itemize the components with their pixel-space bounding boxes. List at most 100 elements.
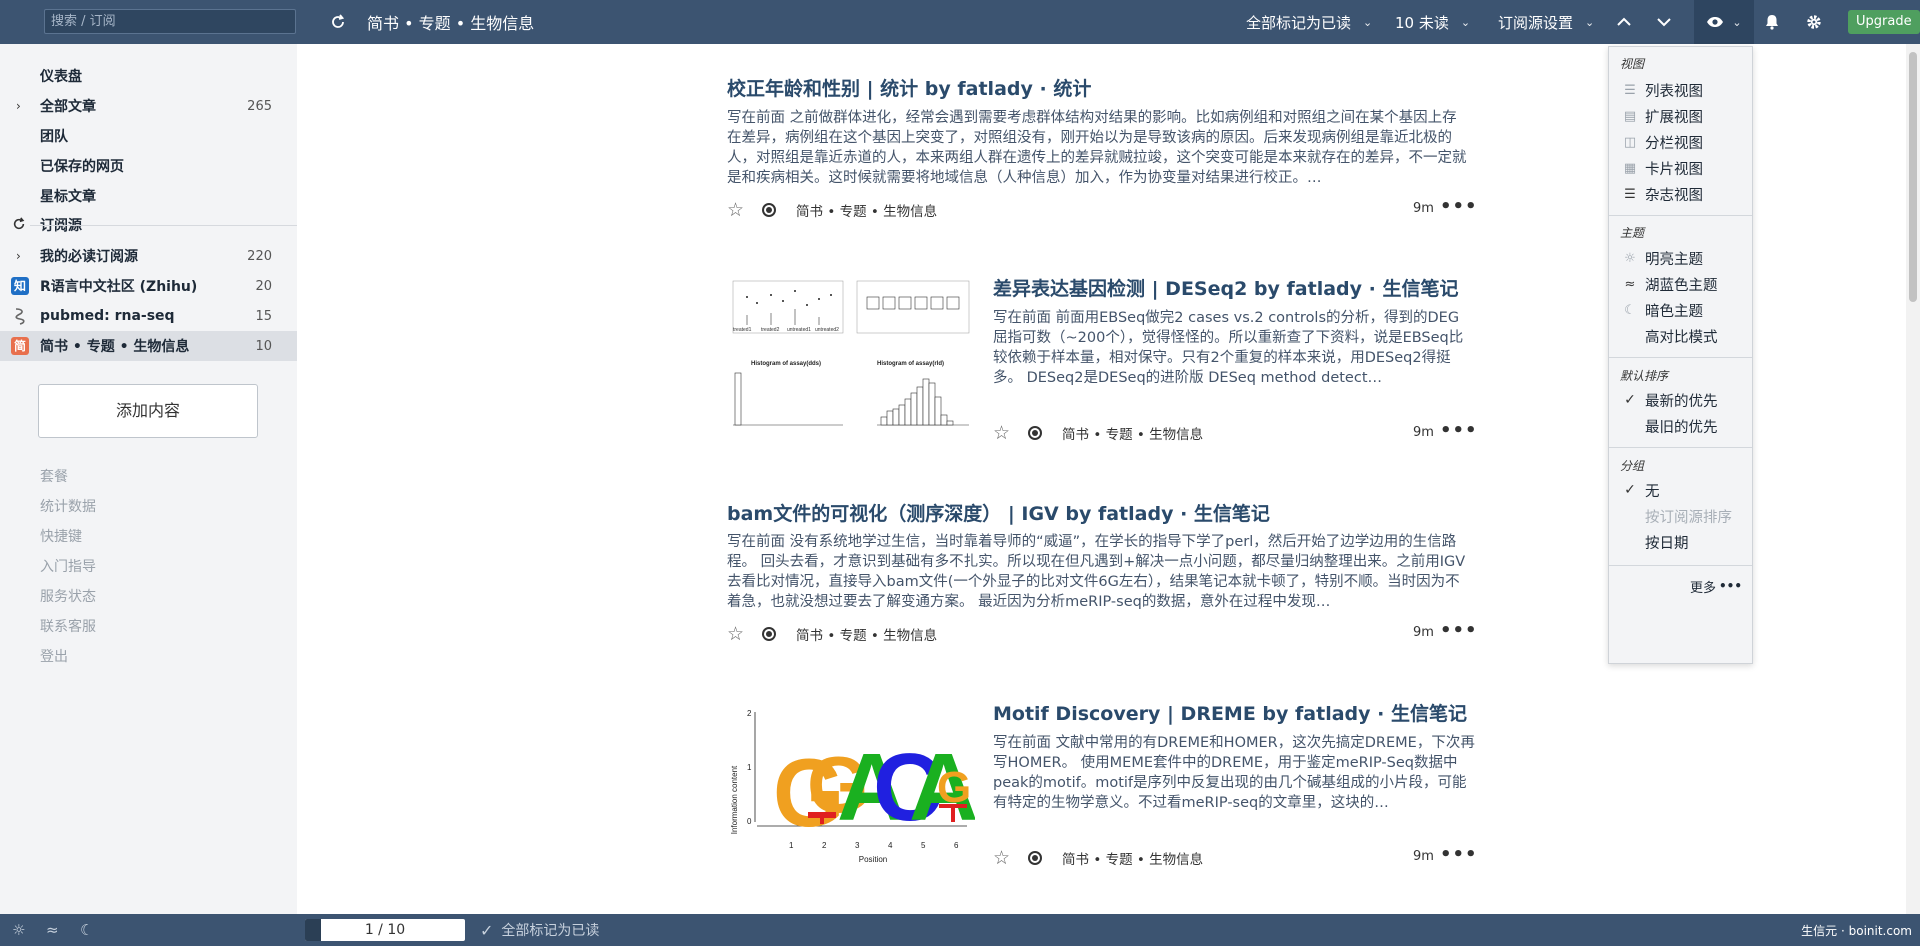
star-icon[interactable]: ☆ xyxy=(993,422,1010,444)
menu-item-label: 按日期 xyxy=(1645,535,1689,552)
read-status-icon[interactable] xyxy=(762,203,777,217)
notifications-button[interactable] xyxy=(1765,0,1779,44)
sidebar-item-label: 全部文章 xyxy=(40,99,96,115)
waves-icon[interactable]: ≈ xyxy=(46,914,59,946)
view-options-button[interactable]: ⌄ xyxy=(1694,0,1754,44)
menu-item-label: 无 xyxy=(1645,483,1660,500)
more-icon[interactable]: ••• xyxy=(1440,196,1478,217)
menu-item-column-view[interactable]: ◫ 分栏视图 xyxy=(1609,129,1752,155)
plans-link[interactable]: 套餐 xyxy=(40,466,68,486)
sidebar-item-all-articles[interactable]: › 全部文章 265 xyxy=(0,91,297,121)
contact-support-link[interactable]: 联系客服 xyxy=(40,616,96,636)
article-summary[interactable]: 写在前面 文献中常用的有DREME和HOMER，这次先搞定DREME，下次再写H… xyxy=(993,733,1475,813)
article-title[interactable]: 差异表达基因检测 | DESeq2 by fatlady · 生信笔记 xyxy=(993,274,1458,301)
sidebar-item-must-read[interactable]: › 我的必读订阅源 220 xyxy=(0,241,297,271)
menu-item-card-view[interactable]: ▦ 卡片视图 xyxy=(1609,155,1752,181)
article-title[interactable]: bam文件的可视化（测序深度） | IGV by fatlady · 生信笔记 xyxy=(727,499,1270,526)
shortcuts-link[interactable]: 快捷键 xyxy=(40,526,82,546)
search-input[interactable]: 搜索 / 订阅 xyxy=(44,9,296,34)
source-settings-button[interactable]: 订阅源设置 ⌄ xyxy=(1498,0,1594,44)
sidebar-item-label: 我的必读订阅源 xyxy=(40,249,138,265)
article-thumbnail[interactable]: treated1 treated2 untreated1 untreated2 … xyxy=(727,275,975,445)
bottom-bar: ☼ ≈ ☾ 1 / 10 ✓ 全部标记为已读 生信元 · boinit.com xyxy=(0,914,1920,946)
add-content-button[interactable]: 添加内容 xyxy=(38,384,258,438)
sidebar-item-dashboard[interactable]: 仪表盘 xyxy=(0,61,297,91)
statistics-link[interactable]: 统计数据 xyxy=(40,496,96,516)
more-icon[interactable]: ••• xyxy=(1440,844,1478,865)
star-icon[interactable]: ☆ xyxy=(727,199,744,221)
refresh-icon[interactable] xyxy=(330,0,346,44)
article-summary[interactable]: 写在前面 前面用EBSeq做完2 cases vs.2 controls的分析，… xyxy=(993,308,1473,388)
unread-count: 10 xyxy=(255,338,272,354)
star-icon[interactable]: ☆ xyxy=(993,847,1010,869)
sidebar-item-starred[interactable]: 星标文章 xyxy=(0,181,297,211)
menu-item-newest-first[interactable]: ✓ 最新的优先 xyxy=(1609,387,1752,413)
sidebar-item-feed-pubmed[interactable]: pubmed: rna-seq 15 xyxy=(0,301,297,331)
menu-item-label: 暗色主题 xyxy=(1645,303,1703,320)
sidebar-item-team[interactable]: 团队 xyxy=(0,121,297,151)
menu-item-high-contrast[interactable]: 高对比模式 xyxy=(1609,323,1752,349)
scrollbar-thumb[interactable] xyxy=(1909,52,1917,302)
page-indicator[interactable]: 1 / 10 xyxy=(305,919,465,941)
x-tick-label: 6 xyxy=(954,841,959,850)
read-status-icon[interactable] xyxy=(1028,426,1043,440)
sidebar-item-feed-jianshu[interactable]: 简 简书 • 专题 • 生物信息 10 xyxy=(0,331,297,361)
read-status-icon[interactable] xyxy=(762,627,777,641)
waves-icon: ≈ xyxy=(1624,276,1636,292)
y-tick-label: 2 xyxy=(747,709,752,718)
more-icon[interactable]: ••• xyxy=(1440,620,1478,641)
sidebar-item-feed-zhihu[interactable]: 知 R语言中文社区 (Zhihu) 20 xyxy=(0,271,297,301)
sun-icon[interactable]: ☼ xyxy=(12,914,25,946)
chevron-down-icon: ⌄ xyxy=(1732,15,1742,29)
menu-item-dark-theme[interactable]: ☾ 暗色主题 xyxy=(1609,297,1752,323)
chevron-right-icon[interactable]: › xyxy=(16,99,21,113)
menu-item-magazine-view[interactable]: ☰ 杂志视图 xyxy=(1609,181,1752,207)
eye-icon xyxy=(1707,17,1724,27)
article-thumbnail[interactable]: Information content 2 1 0 1 2 3 4 5 6 Po… xyxy=(727,700,975,870)
article-title[interactable]: 校正年龄和性别 | 统计 by fatlady · 统计 xyxy=(727,74,1091,101)
menu-item-list-view[interactable]: ☰ 列表视图 xyxy=(1609,77,1752,103)
menu-icon[interactable] xyxy=(12,0,32,44)
menu-item-lake-blue-theme[interactable]: ≈ 湖蓝色主题 xyxy=(1609,271,1752,297)
menu-item-expanded-view[interactable]: ▤ 扩展视图 xyxy=(1609,103,1752,129)
more-icon[interactable]: ••• xyxy=(1440,420,1478,441)
expanded-view-icon: ▤ xyxy=(1623,108,1637,124)
service-status-link[interactable]: 服务状态 xyxy=(40,586,96,606)
logout-link[interactable]: 登出 xyxy=(40,646,68,666)
article-source[interactable]: 简书 • 专题 • 生物信息 xyxy=(1062,423,1203,443)
read-status-icon[interactable] xyxy=(1028,851,1043,865)
upgrade-button[interactable]: Upgrade xyxy=(1848,10,1920,34)
menu-item-light-theme[interactable]: ☼ 明亮主题 xyxy=(1609,245,1752,271)
menu-more-button[interactable]: 更多 ••• xyxy=(1609,573,1752,599)
article-summary[interactable]: 写在前面 之前做群体进化，经常会遇到需要考虑群体结构对结果的影响。比如病例组和对… xyxy=(727,108,1471,188)
y-axis-label: Information content xyxy=(730,765,739,834)
menu-item-group-none[interactable]: ✓ 无 xyxy=(1609,477,1752,503)
menu-item-label: 高对比模式 xyxy=(1645,329,1718,346)
card-view-icon: ▦ xyxy=(1623,160,1637,176)
feed-title: 简书 • 专题 • 生物信息 xyxy=(367,14,535,33)
moon-icon[interactable]: ☾ xyxy=(80,914,93,946)
unread-count: 220 xyxy=(247,248,272,264)
article-summary[interactable]: 写在前面 没有系统地学过生信，当时靠着导师的“威逼”，在学长的指导下学了perl… xyxy=(727,532,1473,612)
divider xyxy=(1609,447,1752,448)
article-title[interactable]: Motif Discovery | DREME by fatlady · 生信笔… xyxy=(993,699,1467,726)
chevron-right-icon[interactable]: › xyxy=(16,249,21,263)
unread-filter-button[interactable]: 10 未读 ⌄ xyxy=(1395,0,1470,44)
mark-all-read-button[interactable]: ✓ 全部标记为已读 xyxy=(480,914,599,946)
check-icon: ✓ xyxy=(1624,482,1636,498)
article-meta: ☆ 简书 • 专题 • 生物信息 xyxy=(993,847,1203,869)
sidebar-item-saved-pages[interactable]: 已保存的网页 xyxy=(0,151,297,181)
mark-all-read-button[interactable]: 全部标记为已读 ⌄ xyxy=(1246,0,1372,44)
next-article-button[interactable] xyxy=(1656,0,1672,44)
vertical-scrollbar[interactable] xyxy=(1906,44,1920,914)
previous-article-button[interactable] xyxy=(1616,0,1632,44)
getting-started-link[interactable]: 入门指导 xyxy=(40,556,96,576)
menu-item-group-by-date[interactable]: 按日期 xyxy=(1609,529,1752,555)
settings-button[interactable] xyxy=(1806,0,1822,44)
article-source[interactable]: 简书 • 专题 • 生物信息 xyxy=(1062,848,1203,868)
refresh-icon[interactable] xyxy=(12,216,26,234)
star-icon[interactable]: ☆ xyxy=(727,623,744,645)
article-source[interactable]: 简书 • 专题 • 生物信息 xyxy=(796,624,937,644)
menu-item-oldest-first[interactable]: 最旧的优先 xyxy=(1609,413,1752,439)
article-source[interactable]: 简书 • 专题 • 生物信息 xyxy=(796,200,937,220)
